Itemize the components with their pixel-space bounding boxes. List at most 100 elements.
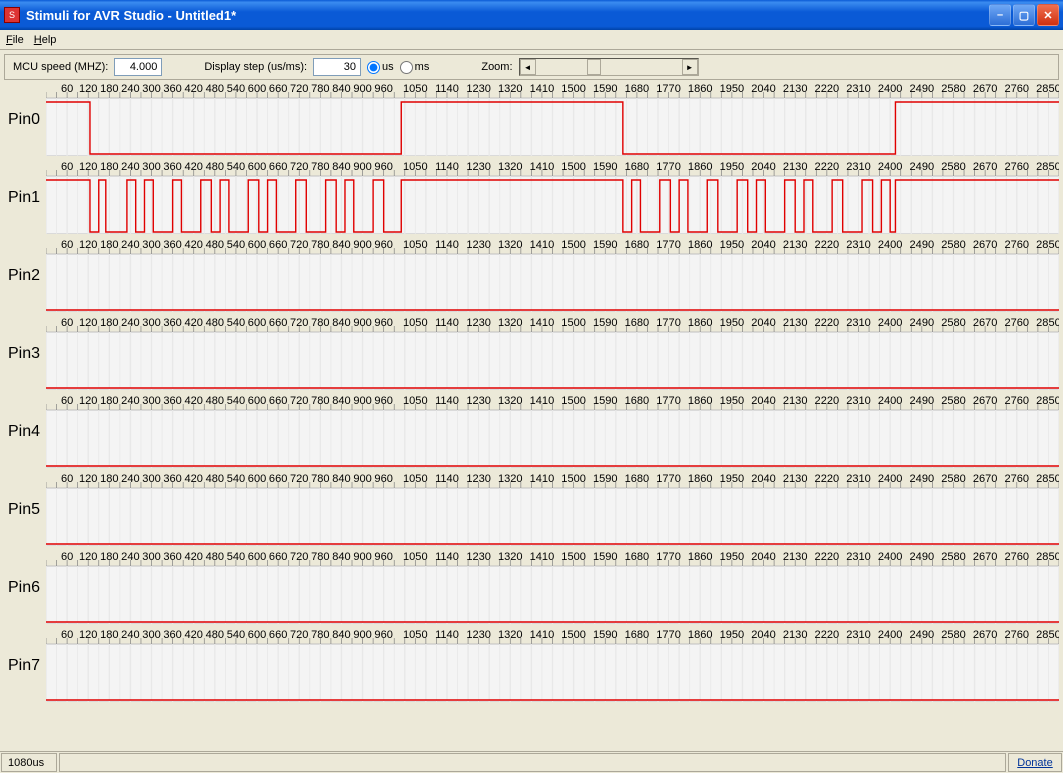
pin-canvas-7[interactable]: 6012018024030036042048054060066072078084… — [46, 630, 1059, 702]
pin-canvas-2[interactable]: 6012018024030036042048054060066072078084… — [46, 240, 1059, 312]
svg-text:1410: 1410 — [530, 630, 555, 641]
svg-text:420: 420 — [185, 396, 203, 407]
svg-text:900: 900 — [353, 474, 371, 485]
svg-text:600: 600 — [248, 240, 266, 251]
pin-canvas-4[interactable]: 6012018024030036042048054060066072078084… — [46, 396, 1059, 468]
minimize-button[interactable]: – — [989, 4, 1011, 26]
svg-text:2220: 2220 — [815, 240, 840, 251]
svg-text:240: 240 — [121, 474, 139, 485]
svg-text:2490: 2490 — [910, 318, 935, 329]
svg-text:2490: 2490 — [910, 474, 935, 485]
svg-text:960: 960 — [374, 630, 392, 641]
svg-text:1140: 1140 — [435, 474, 459, 485]
menubar: File Help — [0, 30, 1063, 50]
svg-text:1950: 1950 — [720, 162, 745, 173]
svg-text:180: 180 — [100, 552, 118, 563]
menu-help[interactable]: Help — [34, 34, 57, 46]
svg-text:2400: 2400 — [878, 240, 903, 251]
svg-text:960: 960 — [374, 552, 392, 563]
svg-text:600: 600 — [248, 318, 266, 329]
svg-text:2760: 2760 — [1005, 240, 1030, 251]
signal-area: Pin0601201802403003604204805406006607207… — [0, 84, 1063, 702]
svg-text:840: 840 — [332, 474, 350, 485]
pin-row-3: Pin3601201802403003604204805406006607207… — [4, 318, 1059, 390]
svg-text:600: 600 — [248, 162, 266, 173]
svg-text:1230: 1230 — [466, 240, 491, 251]
svg-text:1590: 1590 — [593, 630, 618, 641]
svg-text:480: 480 — [206, 318, 224, 329]
pin-canvas-3[interactable]: 6012018024030036042048054060066072078084… — [46, 318, 1059, 390]
svg-text:240: 240 — [121, 552, 139, 563]
svg-text:900: 900 — [353, 162, 371, 173]
pin-canvas-1[interactable]: 6012018024030036042048054060066072078084… — [46, 162, 1059, 234]
svg-text:2580: 2580 — [941, 630, 966, 641]
svg-text:900: 900 — [353, 240, 371, 251]
unit-ms-radio[interactable]: ms — [400, 61, 430, 74]
svg-text:2490: 2490 — [910, 552, 935, 563]
svg-text:240: 240 — [121, 162, 139, 173]
svg-text:480: 480 — [206, 240, 224, 251]
svg-text:2310: 2310 — [846, 318, 871, 329]
display-step-input[interactable] — [313, 58, 361, 76]
svg-text:2400: 2400 — [878, 84, 903, 95]
svg-text:1050: 1050 — [403, 396, 428, 407]
close-button[interactable]: ✕ — [1037, 4, 1059, 26]
svg-text:960: 960 — [374, 318, 392, 329]
svg-text:2130: 2130 — [783, 318, 808, 329]
pin-canvas-6[interactable]: 6012018024030036042048054060066072078084… — [46, 552, 1059, 624]
svg-text:1590: 1590 — [593, 162, 618, 173]
svg-text:540: 540 — [227, 474, 245, 485]
svg-text:60: 60 — [61, 84, 73, 95]
svg-text:2040: 2040 — [751, 396, 776, 407]
svg-text:1230: 1230 — [466, 396, 491, 407]
zoom-thumb[interactable] — [587, 59, 601, 75]
zoom-slider[interactable]: ◄ ► — [519, 58, 699, 76]
titlebar: S Stimuli for AVR Studio - Untitled1* – … — [0, 0, 1063, 30]
svg-text:2220: 2220 — [815, 396, 840, 407]
svg-text:1410: 1410 — [530, 240, 555, 251]
svg-text:600: 600 — [248, 630, 266, 641]
svg-text:120: 120 — [79, 318, 97, 329]
svg-text:1410: 1410 — [530, 552, 555, 563]
svg-text:780: 780 — [311, 474, 329, 485]
svg-text:1050: 1050 — [403, 474, 428, 485]
pin-canvas-0[interactable]: 6012018024030036042048054060066072078084… — [46, 84, 1059, 156]
svg-text:840: 840 — [332, 552, 350, 563]
pin-canvas-5[interactable]: 6012018024030036042048054060066072078084… — [46, 474, 1059, 546]
menu-file[interactable]: File — [6, 34, 24, 46]
svg-text:1950: 1950 — [720, 630, 745, 641]
svg-text:1230: 1230 — [466, 162, 491, 173]
svg-text:480: 480 — [206, 552, 224, 563]
maximize-button[interactable]: ▢ — [1013, 4, 1035, 26]
svg-text:2310: 2310 — [846, 162, 871, 173]
zoom-right-button[interactable]: ► — [682, 59, 698, 75]
svg-text:480: 480 — [206, 396, 224, 407]
svg-text:1590: 1590 — [593, 552, 618, 563]
svg-text:2310: 2310 — [846, 396, 871, 407]
svg-text:2130: 2130 — [783, 240, 808, 251]
svg-text:2670: 2670 — [973, 474, 998, 485]
zoom-left-button[interactable]: ◄ — [520, 59, 536, 75]
svg-text:780: 780 — [311, 630, 329, 641]
pin-row-0: Pin0601201802403003604204805406006607207… — [4, 84, 1059, 156]
svg-text:300: 300 — [142, 630, 160, 641]
svg-text:1590: 1590 — [593, 474, 618, 485]
svg-text:720: 720 — [290, 474, 308, 485]
svg-text:1140: 1140 — [435, 240, 459, 251]
svg-text:2850: 2850 — [1036, 552, 1059, 563]
mcu-speed-input[interactable] — [114, 58, 162, 76]
unit-us-radio[interactable]: us — [367, 61, 394, 74]
svg-text:120: 120 — [79, 84, 97, 95]
svg-text:540: 540 — [227, 162, 245, 173]
svg-text:960: 960 — [374, 84, 392, 95]
svg-text:720: 720 — [290, 162, 308, 173]
svg-text:1500: 1500 — [561, 474, 586, 485]
svg-text:660: 660 — [269, 552, 287, 563]
mcu-speed-label: MCU speed (MHZ): — [13, 61, 108, 73]
svg-text:300: 300 — [142, 84, 160, 95]
zoom-label: Zoom: — [481, 61, 512, 73]
svg-text:60: 60 — [61, 318, 73, 329]
donate-button[interactable]: Donate — [1008, 753, 1062, 772]
svg-text:1140: 1140 — [435, 552, 459, 563]
svg-text:900: 900 — [353, 630, 371, 641]
